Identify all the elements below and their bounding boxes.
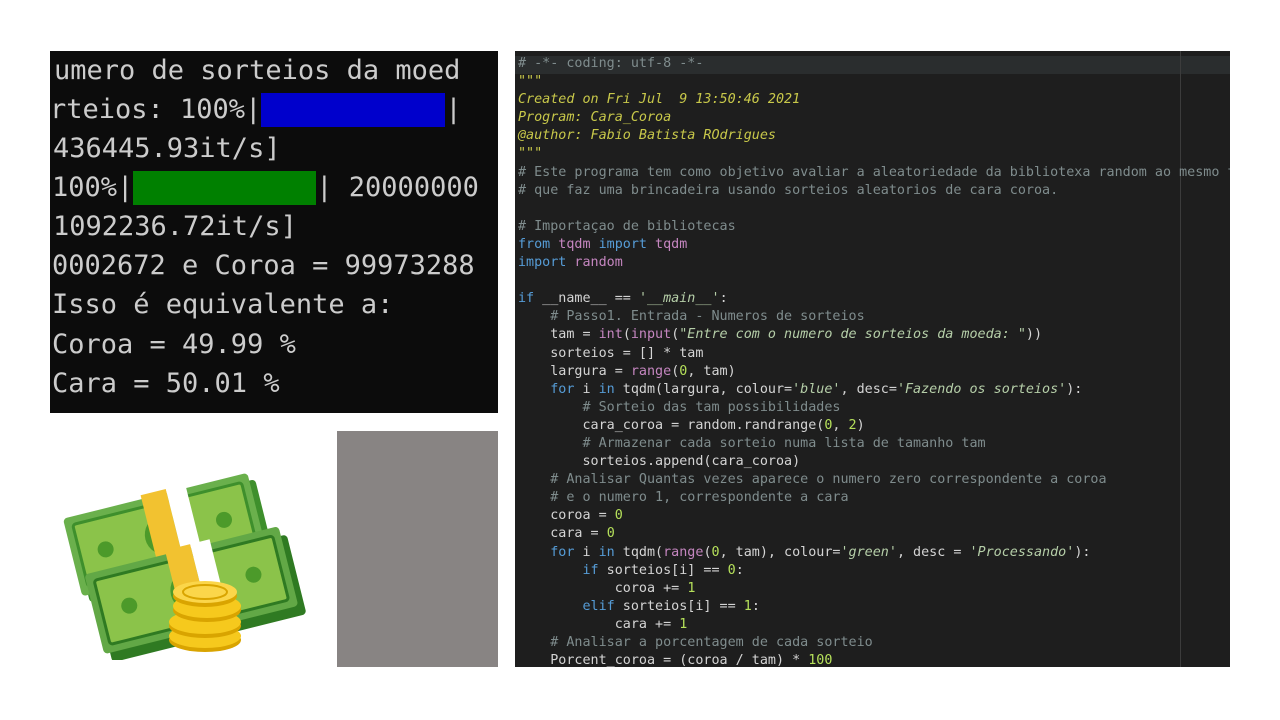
code-text[interactable]: # -*- coding: utf-8 -*- """ Created on F… — [518, 55, 1230, 667]
terminal-line-6: 0002672 e Coroa = 99973288 — [52, 250, 475, 281]
code-line-4: Program: Cara_Coroa — [518, 110, 672, 126]
code-line-16: tam = int(input("Entre com o numero de s… — [518, 327, 1043, 343]
code-line-5: @author: Fabio Batista ROdrigues — [518, 128, 776, 144]
code-editor[interactable]: # -*- coding: utf-8 -*- """ Created on F… — [515, 51, 1230, 667]
code-line-18: largura = range(0, tam) — [518, 363, 736, 379]
terminal-line-7: Isso é equivalente a: — [52, 289, 394, 320]
code-line-7: # Este programa tem como objetivo avalia… — [518, 164, 1230, 180]
code-line-1: # -*- coding: utf-8 -*- — [518, 56, 704, 71]
code-line-6: """ — [518, 146, 543, 162]
progress-bar-blue — [261, 93, 446, 127]
code-line-3: Created on Fri Jul 9 13:50:46 2021 — [518, 92, 801, 108]
code-line-2: """ — [518, 74, 543, 90]
code-line-30: coroa += 1 — [518, 580, 696, 596]
code-line-33: # Analisar a porcentagem de cada sorteio — [518, 635, 873, 650]
code-line-31: elif sorteios[i] == 1: — [582, 598, 760, 614]
code-line-34: Porcent_coroa = (coroa / tam) * 100 — [518, 653, 833, 667]
code-line-11: from tqdm import tqdm — [518, 236, 688, 252]
code-line-15: # Passo1. Entrada - Numeros de sorteios — [518, 309, 865, 325]
code-line-24: # Analisar Quantas vezes aparece o numer… — [518, 472, 1107, 488]
gray-placeholder-block — [337, 431, 498, 667]
code-line-19: for i in tqdm(largura, colour='blue', de… — [550, 381, 1083, 397]
terminal-line-8: Coroa = 49.99 % — [52, 329, 296, 360]
code-line-27: cara = 0 — [518, 526, 615, 542]
terminal-line-2: rteios: 100%| | — [50, 93, 462, 127]
code-line-22: # Armazenar cada sorteio numa lista de t… — [518, 435, 986, 451]
code-line-8: # que faz uma brincadeira usando sorteio… — [518, 182, 1059, 198]
code-line-14: if __name__ == '__main__': — [518, 291, 728, 307]
code-line-17: sorteios = [] * tam — [518, 345, 704, 361]
code-line-29: if sorteios[i] == 0: — [582, 562, 744, 578]
code-line-20: # Sorteio das tam possibilidades — [518, 399, 841, 415]
terminal-line-9: Cara = 50.01 % — [52, 368, 280, 399]
terminal-line-1: umero de sorteios da moed — [54, 55, 461, 86]
code-line-10: # Importaçao de bibliotecas — [518, 218, 736, 234]
code-line-12: import random — [518, 255, 623, 271]
code-line-32: cara += 1 — [518, 616, 688, 632]
money-stack-and-coins-icon — [63, 473, 306, 660]
code-line-26: coroa = 0 — [518, 508, 623, 524]
code-line-21: cara_coroa = random.randrange(0, 2) — [518, 417, 865, 433]
terminal-output-panel: umero de sorteios da moed rteios: 100%| |… — [50, 51, 498, 413]
code-line-25: # e o numero 1, correspondente a cara — [518, 490, 849, 506]
code-line-28: for i in tqdm(range(0, tam), colour='gre… — [550, 544, 1091, 560]
terminal-line-4: 100%| | 20000000 — [52, 171, 479, 205]
terminal-line-5: 1092236.72it/s] — [53, 211, 297, 242]
terminal-line-3: 436445.93it/s] — [53, 133, 281, 164]
code-line-23: sorteios.append(cara_coroa) — [518, 454, 801, 470]
progress-bar-green — [133, 171, 317, 205]
